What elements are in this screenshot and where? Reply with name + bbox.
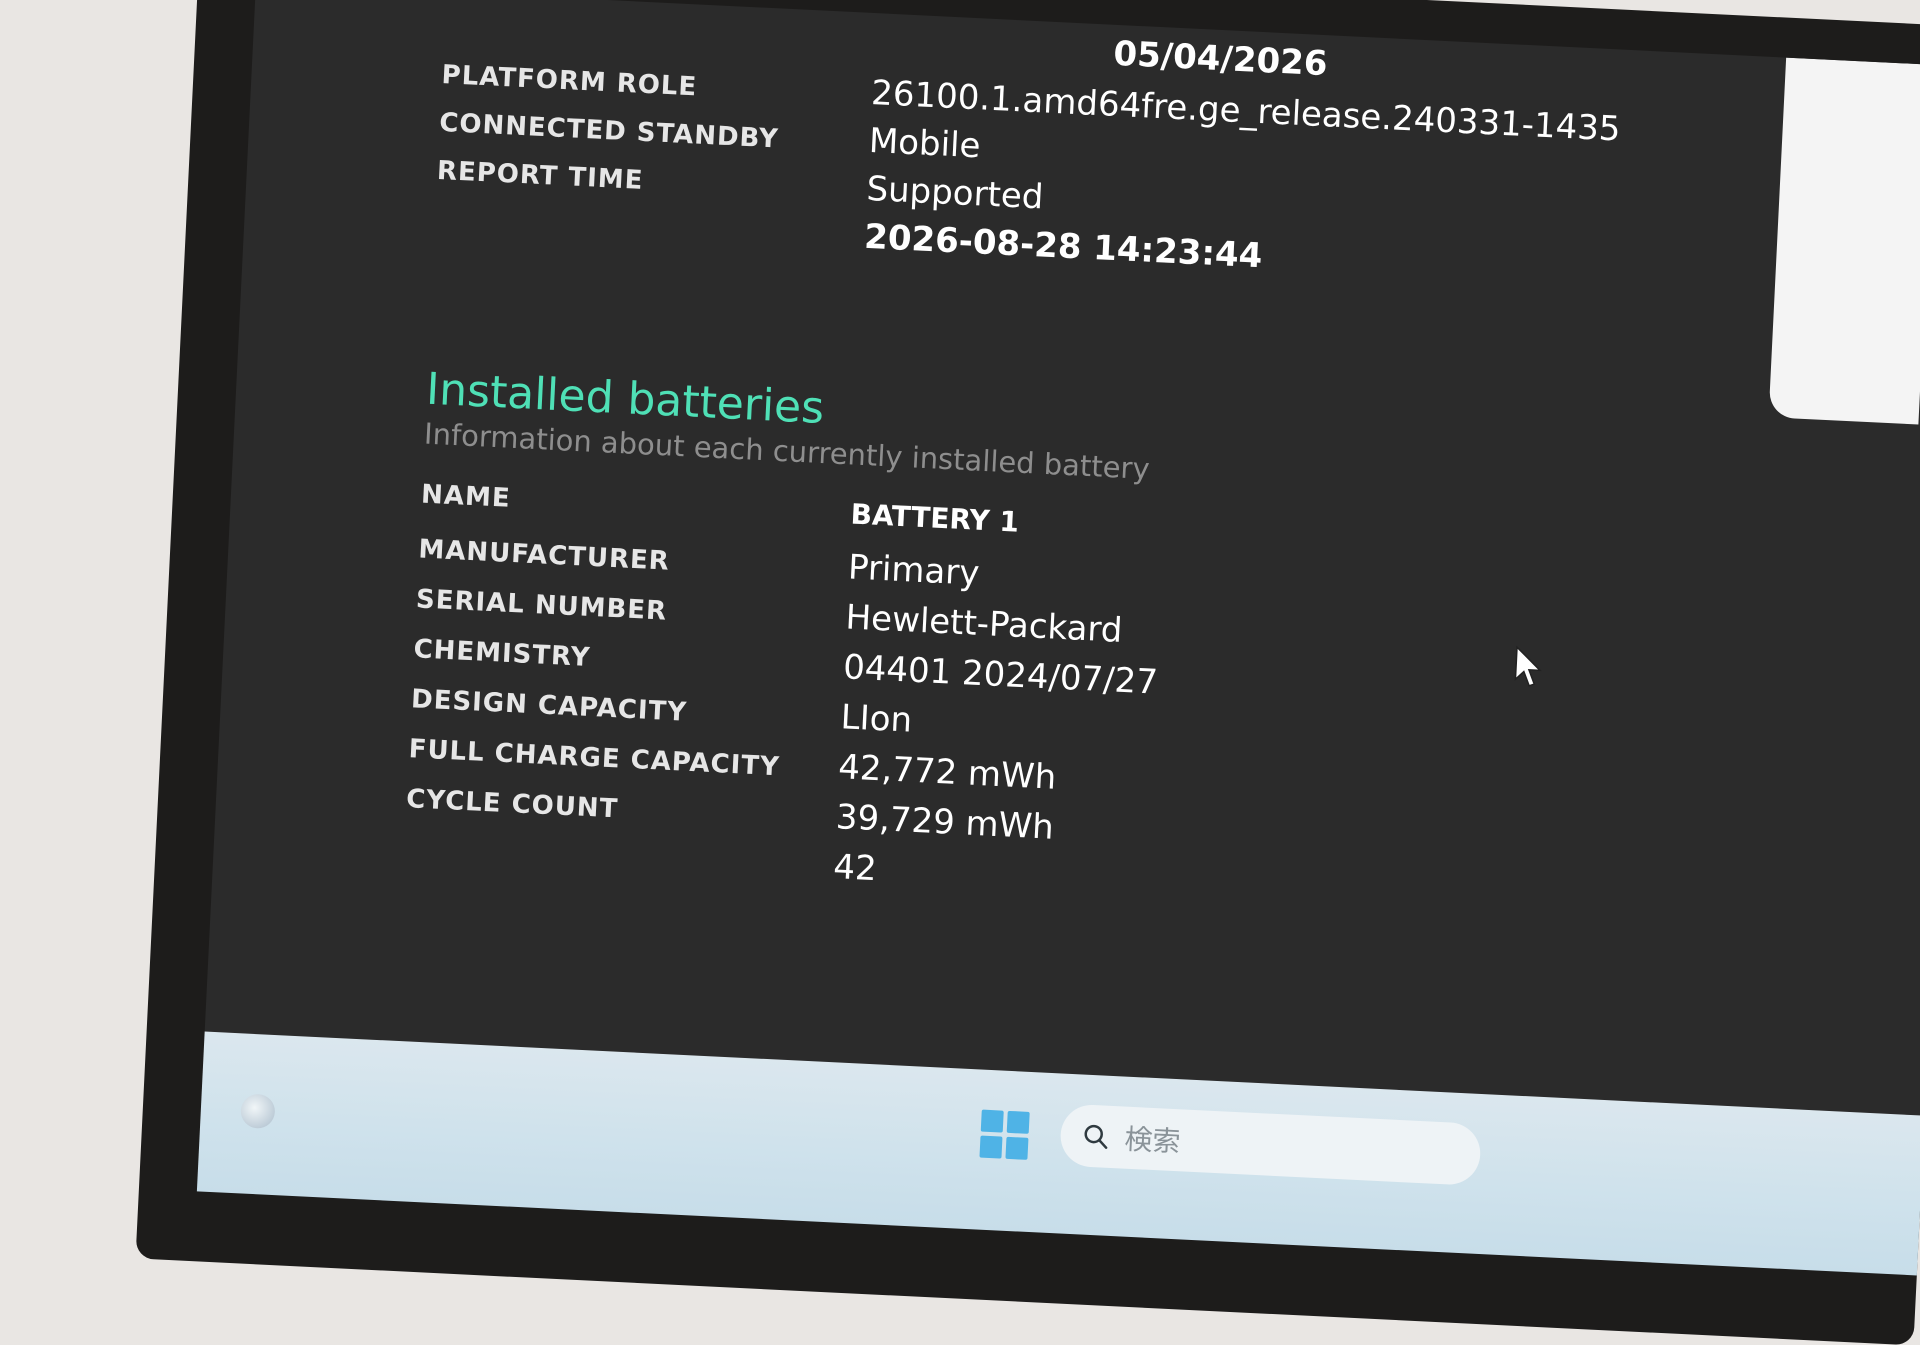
sys-label [434, 227, 863, 248]
search-placeholder: 検索 [1123, 1122, 1182, 1159]
sys-value: Mobile [868, 120, 982, 167]
battery-value: 42 [832, 847, 878, 890]
windows-logo-icon[interactable] [979, 1109, 1030, 1160]
side-panel [1768, 57, 1920, 425]
battery-label: NAME [420, 479, 512, 514]
battery-value: BATTERY 1 [849, 497, 1020, 539]
search-icon [1084, 1124, 1108, 1149]
battery-value: LIon [839, 697, 914, 741]
screen: 05/04/2026 PLATFORM ROLE 26100.1.amd64fr… [204, 0, 1920, 1116]
battery-value: Primary [847, 547, 981, 594]
battery-table: NAME BATTERY 1 MANUFACTURER Primary SERI… [403, 476, 1601, 933]
date-fragment: 05/04/2026 [1112, 33, 1329, 85]
mouse-cursor-icon [1514, 645, 1542, 687]
search-box[interactable]: 検索 [1059, 1103, 1482, 1186]
report-content: 05/04/2026 PLATFORM ROLE 26100.1.amd64fr… [403, 32, 1623, 934]
start-orb-icon[interactable] [240, 1093, 276, 1130]
battery-label [403, 857, 832, 878]
monitor-bezel: 05/04/2026 PLATFORM ROLE 26100.1.amd64fr… [135, 0, 1920, 1345]
sys-value: Supported [865, 168, 1045, 218]
